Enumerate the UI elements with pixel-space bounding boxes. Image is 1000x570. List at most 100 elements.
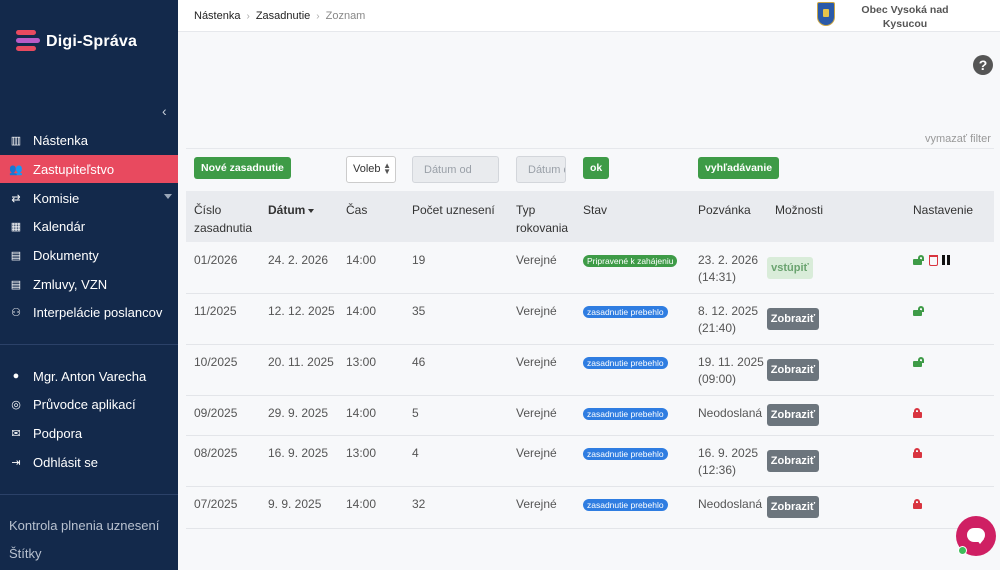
view-meeting-button[interactable]: Zobraziť <box>767 450 819 472</box>
lock-icon[interactable] <box>913 408 925 418</box>
chevron-down-icon <box>164 194 172 199</box>
cell-number: 09/2025 <box>194 406 238 420</box>
sidebar-user-item-3[interactable]: ⇥ Odhlásit se <box>0 448 178 476</box>
date-from-input[interactable]: Dátum od <box>412 156 499 183</box>
breadcrumb: Nástenka › Zasadnutie › Zoznam <box>194 10 365 22</box>
lock-icon[interactable] <box>913 448 925 458</box>
enter-meeting-button[interactable]: vstúpiť <box>767 257 813 279</box>
sidebar-item-0[interactable]: ▥ Nástenka <box>0 126 178 154</box>
select-arrows-icon: ▲ ▼ <box>383 161 391 176</box>
cell-type: Verejné <box>516 497 557 511</box>
help-icon[interactable]: ? <box>973 55 993 75</box>
lock-icon[interactable] <box>913 499 925 509</box>
unlock-icon[interactable] <box>913 255 925 265</box>
chevron-left-icon[interactable]: ‹ <box>162 103 167 119</box>
breadcrumb-meetings[interactable]: Zasadnutie <box>256 10 310 22</box>
cell-date: 20. 11. 2025 <box>268 355 334 369</box>
cell-resolutions: 4 <box>412 446 419 460</box>
app-name: Digi-Správa <box>46 33 138 50</box>
sidebar-item-4[interactable]: ▤ Dokumenty <box>0 241 178 269</box>
trash-icon[interactable] <box>929 255 938 266</box>
sign-out-icon: ⇥ <box>11 456 21 469</box>
sidebar-item-label: Mgr. Anton Varecha <box>33 368 147 384</box>
status-badge: zasadnutie prebehlo <box>583 408 668 420</box>
user-icon: ● <box>12 370 20 382</box>
sidebar-item-label: Zmluvy, VZN <box>33 276 108 292</box>
table-row: 09/2025 29. 9. 2025 14:00 5 Verejné zasadnuti… <box>186 396 994 436</box>
pause-icon[interactable] <box>942 255 951 265</box>
search-button[interactable]: vyhľadávanie <box>698 157 780 179</box>
cell-date: 24. 2. 2026 <box>268 253 329 267</box>
view-meeting-button[interactable]: Zobraziť <box>767 308 819 330</box>
sidebar-item-5[interactable]: ▤ Zmluvy, VZN <box>0 270 178 298</box>
sidebar-user-item-1[interactable]: ◎ Průvodce aplikací <box>0 390 178 418</box>
invitation-time: (09:00) <box>698 372 737 386</box>
breadcrumb-dashboard[interactable]: Nástenka <box>194 10 240 22</box>
handshake-icon: ⇄ <box>11 192 21 205</box>
lock-body <box>913 310 922 316</box>
sidebar-item-label: Kalendár <box>33 218 86 234</box>
organization-name: Obec Vysoká nad Kysucou <box>861 4 949 30</box>
cell-date: 29. 9. 2025 <box>268 406 329 420</box>
invitation-date: 16. 9. 2025 <box>698 446 759 460</box>
status-badge: zasadnutie prebehlo <box>583 499 668 511</box>
table-row: 10/2025 20. 11. 2025 13:00 46 Verejné zasadnu… <box>186 345 994 396</box>
app-logo[interactable]: Digi-Správa <box>16 28 137 56</box>
sidebar-item-label: Průvodce aplikací <box>33 396 136 412</box>
globe-icon: ◎ <box>11 398 21 411</box>
cell-number: 01/2026 <box>194 253 238 267</box>
cell-resolutions: 46 <box>412 355 426 369</box>
people-arrows-icon: ⚇ <box>11 306 21 319</box>
column-header-date[interactable]: Dátum <box>268 201 315 219</box>
election-term-select[interactable]: Voleb ▲ ▼ <box>346 156 396 183</box>
cell-type: Verejné <box>516 253 557 267</box>
unlock-icon[interactable] <box>913 306 925 316</box>
cell-number: 11/2025 <box>194 304 237 318</box>
ok-button[interactable]: ok <box>583 157 610 179</box>
cell-resolutions: 5 <box>412 406 419 420</box>
cell-date: 9. 9. 2025 <box>268 497 322 511</box>
sidebar-item-label: Zastupiteľstvo <box>33 161 115 177</box>
topbar: Nástenka › Zasadnutie › Zoznam Obec Vyso… <box>178 0 1000 32</box>
sidebar-item-3[interactable]: ▦ Kalendár <box>0 212 178 240</box>
calendar-icon: ▦ <box>10 220 22 233</box>
new-meeting-button[interactable]: Nové zasadnutie <box>194 157 291 179</box>
table-row: 11/2025 12. 12. 2025 14:00 35 Verejné zasadnu… <box>186 294 994 345</box>
unlock-icon[interactable] <box>913 357 925 367</box>
sidebar-item-6[interactable]: ⚇ Interpelácie poslancov <box>0 298 178 326</box>
view-meeting-button[interactable]: Zobraziť <box>767 404 819 426</box>
table-row: 01/2026 24. 2. 2026 14:00 19 Verejné Priprave… <box>186 243 994 294</box>
file-icon: ▤ <box>10 249 22 262</box>
cell-type: Verejné <box>516 406 557 420</box>
invitation-time: (21:40) <box>698 321 737 335</box>
cell-invitation: 23. 2. 2026 (14:31) <box>698 252 758 286</box>
cell-resolutions: 35 <box>412 304 426 318</box>
invitation-time: (14:31) <box>698 270 737 284</box>
breadcrumb-current: Zoznam <box>325 10 366 22</box>
sidebar-item-resolution-control[interactable]: Kontrola plnenia uznesení <box>9 518 159 533</box>
column-header-number: Číslo zasadnutia <box>194 203 253 235</box>
date-to-input[interactable]: Dátum do <box>516 156 566 183</box>
sidebar-divider <box>0 344 178 345</box>
table-row: 07/2025 9. 9. 2025 14:00 32 Verejné zasadnuti… <box>186 487 994 529</box>
cell-date: 16. 9. 2025 <box>268 446 329 460</box>
sidebar-user-item-2[interactable]: ✉ Podpora <box>0 419 178 447</box>
view-meeting-button[interactable]: Zobraziť <box>767 496 819 518</box>
lock-body <box>913 503 922 509</box>
column-header-resolutions: Počet uznesení <box>412 203 495 217</box>
lock-body <box>913 259 922 265</box>
cell-invitation: 8. 12. 2025 (21:40) <box>698 303 758 337</box>
sidebar-item-1[interactable]: 👥 Zastupiteľstvo <box>0 155 178 183</box>
clear-filter-link[interactable]: vymazať filter <box>925 133 991 145</box>
column-header-options: Možnosti <box>775 203 824 217</box>
cell-time: 14:00 <box>346 253 377 267</box>
sidebar-user-item-0[interactable]: ● Mgr. Anton Varecha <box>0 362 178 390</box>
sidebar-item-2[interactable]: ⇄ Komisie <box>0 184 178 212</box>
invitation-date: 23. 2. 2026 <box>698 253 759 267</box>
sort-desc-icon <box>308 208 315 213</box>
cell-type: Verejné <box>516 446 557 460</box>
contract-icon: ▤ <box>10 278 22 291</box>
view-meeting-button[interactable]: Zobraziť <box>767 359 819 381</box>
column-header-date-label: Dátum <box>268 203 306 217</box>
sidebar-item-tags[interactable]: Štítky <box>9 546 42 561</box>
